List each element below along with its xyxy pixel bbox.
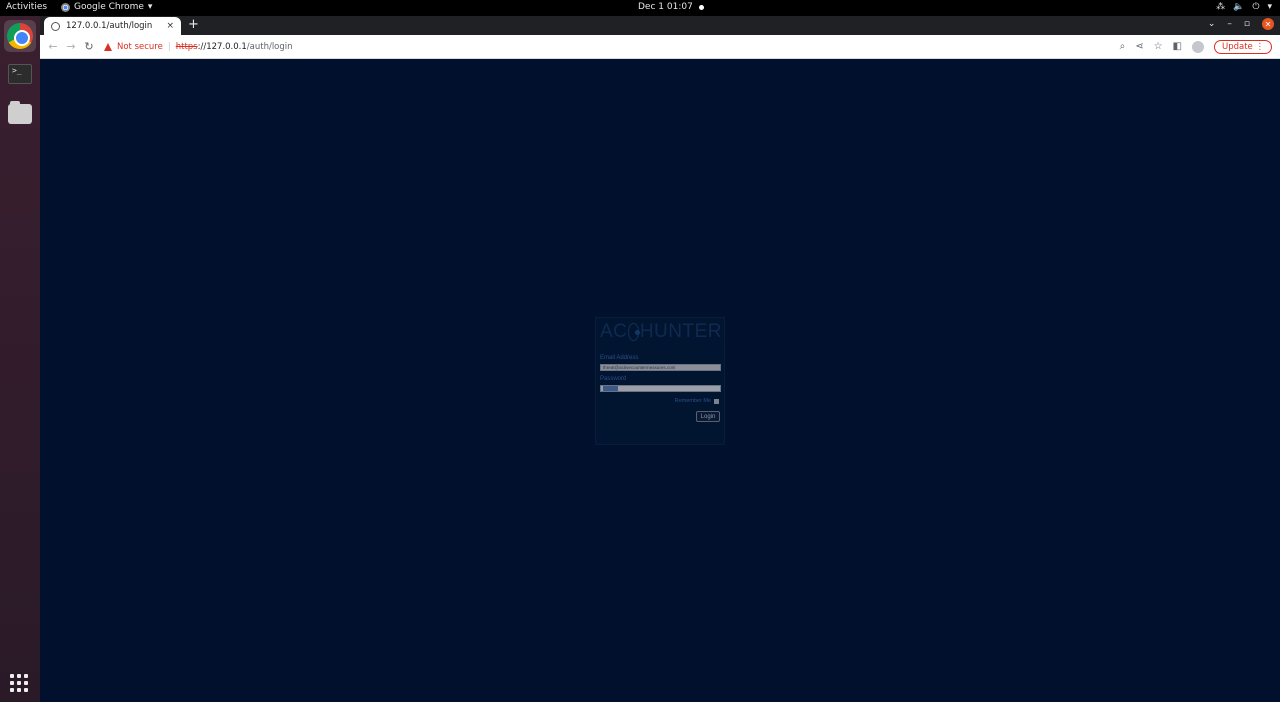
maximize-icon[interactable]: ▫ — [1244, 19, 1250, 29]
new-tab-button[interactable]: + — [188, 17, 199, 32]
clock[interactable]: Dec 1 01:07 — [638, 2, 704, 12]
dock-terminal[interactable]: >_ — [4, 58, 36, 90]
logo-text-left: AC — [600, 321, 628, 342]
side-panel-icon[interactable]: ◧ — [1173, 41, 1182, 52]
app-menu-label: Google Chrome — [74, 2, 144, 12]
warning-icon — [104, 42, 112, 51]
reload-icon[interactable]: ↻ — [80, 40, 98, 53]
tab-title: 127.0.0.1/auth/login — [66, 21, 153, 31]
dock: >_ — [0, 16, 40, 702]
forward-arrow-icon[interactable]: → — [62, 40, 80, 53]
chrome-small-icon — [61, 2, 70, 12]
update-button[interactable]: Update ⋮ — [1214, 39, 1272, 54]
dock-files[interactable] — [4, 98, 36, 130]
login-button[interactable]: Login — [696, 411, 720, 422]
network-icon: ⁂ — [1216, 2, 1226, 12]
tab-login[interactable]: 127.0.0.1/auth/login × — [44, 17, 181, 35]
files-icon — [8, 101, 32, 124]
back-arrow-icon[interactable]: ← — [44, 40, 62, 53]
email-field[interactable]: threat@activecountermeasures.com — [600, 364, 721, 371]
url-host: ://127.0.0.1 — [197, 41, 247, 52]
notification-dot-icon — [698, 4, 704, 10]
show-apps-grid-icon[interactable] — [10, 674, 28, 692]
chrome-icon — [7, 23, 33, 49]
tab-close-icon[interactable]: × — [166, 21, 174, 31]
update-label: Update — [1222, 41, 1253, 52]
login-card: AC HUNTER Email Address threat@activecou… — [595, 317, 725, 445]
atom-logo-icon — [628, 323, 641, 341]
globe-icon — [51, 21, 60, 31]
bookmark-star-icon[interactable]: ☆ — [1154, 41, 1163, 52]
dock-chrome[interactable] — [4, 20, 36, 52]
omnibox-divider: | — [167, 41, 171, 52]
address-bar[interactable]: Not secure | https ://127.0.0.1 /auth/lo… — [104, 38, 293, 56]
tab-search-icon[interactable]: ⌄ — [1208, 19, 1216, 29]
security-status[interactable]: Not secure — [117, 42, 163, 52]
terminal-icon: >_ — [8, 64, 32, 84]
zoom-icon[interactable]: ⌕ — [1120, 41, 1126, 52]
password-field[interactable] — [600, 385, 721, 392]
system-tray[interactable]: ⁂ 🔈 ⏻ ▾ — [1216, 2, 1272, 12]
system-top-bar: Activities Google Chrome ▾ Dec 1 01:07 ⁂… — [0, 0, 1280, 16]
password-label: Password — [600, 376, 627, 382]
tab-strip: 127.0.0.1/auth/login × + ⌄ – ▫ ✕ — [40, 16, 1280, 35]
chevron-down-icon: ▾ — [1267, 2, 1272, 12]
app-menu[interactable]: Google Chrome ▾ — [61, 2, 152, 12]
url-path: /auth/login — [246, 41, 293, 52]
toolbar-actions: ⌕ ⋖ ☆ ◧ Update ⋮ — [1120, 39, 1280, 54]
password-selection — [603, 386, 618, 391]
remember-me-checkbox[interactable] — [714, 398, 719, 404]
profile-avatar-icon[interactable] — [1192, 40, 1204, 53]
window-controls: ⌄ – ▫ ✕ — [1208, 18, 1274, 30]
remember-me-label: Remember Me — [674, 398, 711, 404]
email-label: Email Address — [600, 355, 639, 361]
volume-icon: 🔈 — [1233, 2, 1245, 12]
minimize-icon[interactable]: – — [1227, 19, 1232, 29]
ac-hunter-logo: AC HUNTER — [600, 321, 722, 343]
url-scheme: https — [175, 41, 198, 52]
power-icon: ⏻ — [1252, 2, 1260, 12]
page-viewport: AC HUNTER Email Address threat@activecou… — [40, 59, 1280, 702]
share-icon[interactable]: ⋖ — [1135, 41, 1143, 52]
logo-text-right: HUNTER — [639, 321, 722, 342]
chevron-down-icon: ▾ — [147, 2, 153, 12]
clock-label: Dec 1 01:07 — [638, 2, 693, 12]
remember-me[interactable]: Remember Me — [675, 398, 719, 404]
close-window-icon[interactable]: ✕ — [1262, 18, 1274, 30]
browser-toolbar: ← → ↻ Not secure | https ://127.0.0.1 /a… — [40, 35, 1280, 59]
activities-button[interactable]: Activities — [6, 2, 47, 12]
